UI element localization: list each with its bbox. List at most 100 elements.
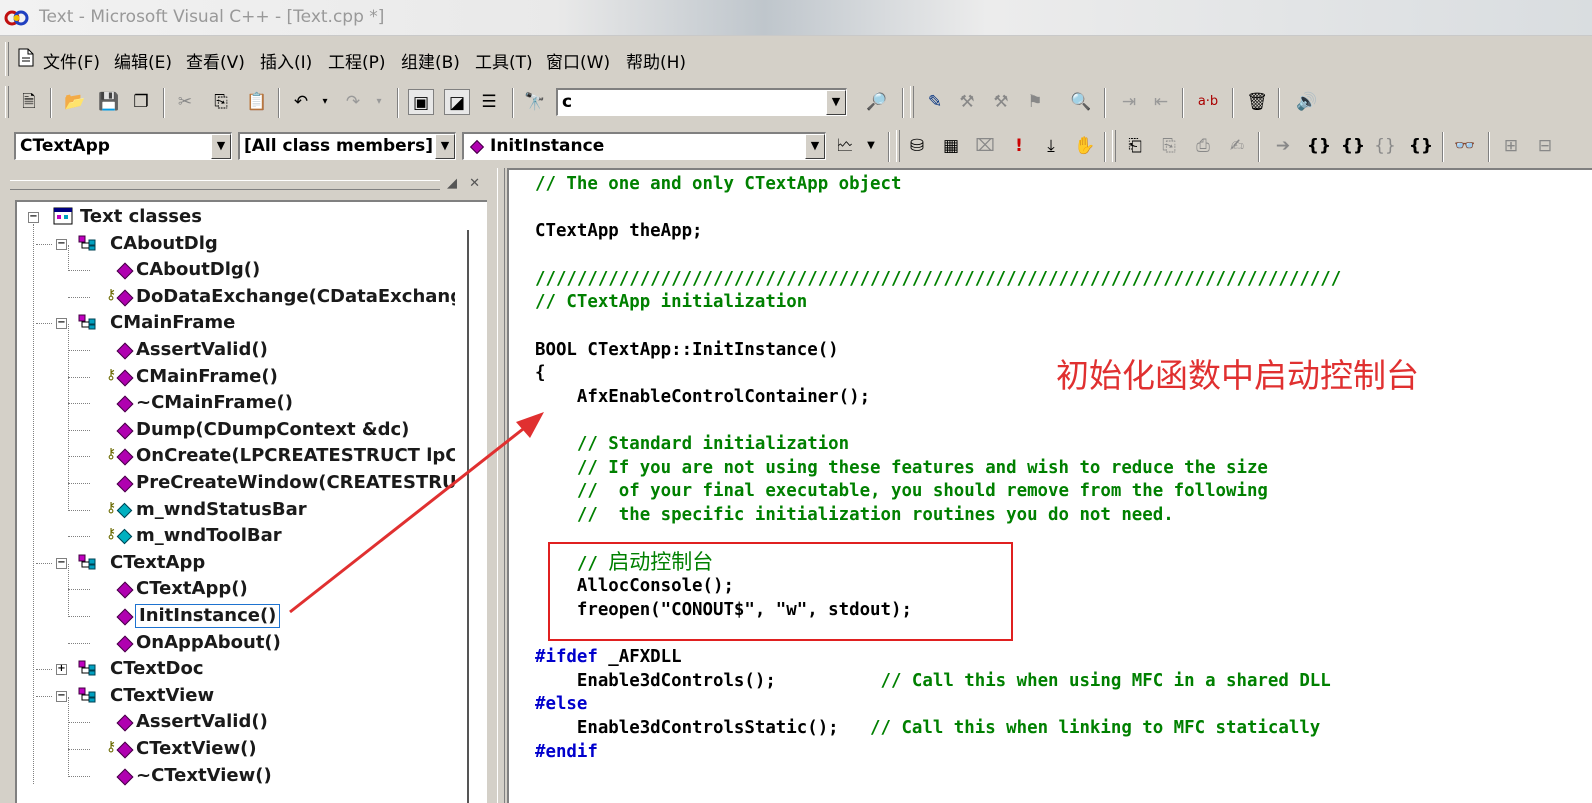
binoculars-icon[interactable]: 🔍 [1068,89,1094,115]
menu-insert[interactable]: 插入(I) [260,48,312,73]
trash-icon[interactable]: 🗑 [1244,89,1270,115]
tree-class-node[interactable]: − CAboutDlg [52,231,455,257]
quickwatch-glasses-icon[interactable]: 👓 [1452,133,1478,159]
redo-dropdown-icon[interactable]: ▾ [366,89,392,115]
code-editor[interactable]: // The one and only CTextApp object CText… [507,168,1592,803]
break-icon[interactable]: ⎙ [1190,133,1216,159]
wizard-action-dropdown-icon[interactable]: ▼ [858,133,884,159]
save-all-icon[interactable]: ❐ [128,89,154,115]
menu-tools[interactable]: 工具(T) [475,48,533,73]
tree-member-node[interactable]: ⚷ DoDataExchange(CDataExchange [90,284,455,310]
tree-member-node[interactable]: ⚷ CMainFrame() [90,364,455,390]
output-window-icon[interactable]: ◪ [444,89,470,115]
wizard-action-icon[interactable]: 🗠 [832,133,858,159]
execute-icon[interactable]: ⚑ [1022,89,1048,115]
indent-icon[interactable]: ⇥ [1116,89,1142,115]
find-icon[interactable]: 🔎 [864,89,890,115]
collapse-icon[interactable]: − [28,212,39,223]
maximize-icon[interactable]: ◢ [447,176,457,191]
chevron-down-icon[interactable]: ▼ [435,134,455,159]
close-icon[interactable]: ✕ [469,176,480,191]
menu-edit[interactable]: 编辑(E) [114,48,172,73]
tree-member-node[interactable]: CAboutDlg() [90,257,455,283]
restart-icon[interactable]: ⎗ [1122,133,1148,159]
collapse-icon[interactable]: − [56,690,67,702]
compile-icon[interactable]: ✎ [922,89,948,115]
menu-project[interactable]: 工程(P) [328,48,386,73]
copy-icon[interactable]: ⎘ [208,89,234,115]
new-text-file-icon[interactable]: 🗎 [16,89,42,115]
tree-member-node[interactable]: AssertValid() [90,337,455,363]
collapse-icon[interactable]: − [56,318,67,330]
menu-view[interactable]: 查看(V) [186,48,245,73]
class-combo[interactable]: CTextApp ▼ [14,132,232,160]
code-token: // Call this when using MFC in a shared … [880,670,1331,691]
tree-guide-line [68,509,90,511]
hand-icon[interactable]: ✋ [1072,133,1098,159]
menu-help[interactable]: 帮助(H) [626,48,686,73]
toolbar-grip[interactable] [896,130,900,162]
tree-member-node[interactable]: OnAppAbout() [90,630,455,656]
run-to-cursor-icon[interactable]: {} [1408,133,1434,159]
expand-icon[interactable]: + [56,664,67,676]
whitespace-toggle-button[interactable]: a·b [1192,89,1224,115]
collapse-icon[interactable]: − [56,557,67,569]
toolbar-grip[interactable] [1112,130,1116,162]
toolbar-grip[interactable] [910,86,914,118]
tree-class-node[interactable]: + CTextDoc [52,656,455,682]
menu-file[interactable]: 文件(F) [43,48,100,73]
find-combo[interactable]: c ▼ [556,88,847,116]
go-icon[interactable]: ⛁ [904,133,930,159]
cut-icon[interactable]: ✂ [172,89,198,115]
build-mini-icon[interactable]: ▦ [938,133,964,159]
undo-icon[interactable]: ↶ [288,89,314,115]
outdent-icon[interactable]: ⇤ [1148,89,1174,115]
show-next-statement-icon[interactable]: ➔ [1270,133,1296,159]
tree-member-node[interactable]: AssertValid() [90,709,455,735]
code-token: CTextApp theApp; [535,221,703,242]
member-combo[interactable]: InitInstance ▼ [462,132,826,160]
speaker-icon[interactable]: 🔊 [1294,89,1320,115]
window-list-icon[interactable]: ☰ [476,89,502,115]
tree-member-node[interactable]: ~CTextView() [90,763,455,789]
key-icon: ⚷ [106,366,117,383]
save-icon[interactable]: 💾 [96,89,122,115]
exclamation-icon[interactable]: ! [1006,133,1032,159]
undo-dropdown-icon[interactable]: ▾ [312,89,338,115]
watch-icon[interactable]: ⊞ [1498,133,1524,159]
paste-icon[interactable]: 📋 [244,89,270,115]
tree-member-node[interactable]: ⚷ CTextView() [90,736,455,762]
chevron-down-icon[interactable]: ▼ [211,134,231,159]
workspace-grip[interactable] [10,180,440,190]
step-over-icon[interactable]: {} [1340,133,1366,159]
stop-icon[interactable]: ⌧ [972,133,998,159]
find-in-files-icon[interactable]: 🔭 [522,89,548,115]
open-folder-icon[interactable]: 📂 [62,89,88,115]
step-out-icon[interactable]: {} [1372,133,1398,159]
redo-icon[interactable]: ↷ [340,89,366,115]
collapse-icon[interactable]: − [56,238,67,250]
tree-member-label: AssertValid() [136,711,268,733]
apply-code-changes-icon[interactable]: ✍ [1224,133,1250,159]
tree-class-node[interactable]: − CMainFrame [52,310,455,336]
code-token: #ifdef [535,647,598,667]
variables-icon[interactable]: ⊟ [1532,133,1558,159]
filter-combo[interactable]: [All class members] ▼ [238,132,456,160]
chevron-down-icon[interactable]: ▼ [826,90,846,115]
stop-debug-icon[interactable]: ⎘ [1156,133,1182,159]
chevron-down-icon[interactable]: ▼ [805,134,825,159]
menubar-grip[interactable] [5,42,9,76]
menu-build[interactable]: 组建(B) [401,48,460,73]
code-line: // If you are not using these features a… [535,456,1268,480]
workspace-toggle-icon[interactable]: ▣ [408,89,434,115]
step-into-icon[interactable]: {} [1306,133,1332,159]
method-icon [116,422,134,440]
step-list-icon[interactable]: ⤓ [1038,133,1064,159]
document-icon[interactable] [18,48,34,67]
menu-window[interactable]: 窗口(W) [546,48,610,73]
toolbar-grip[interactable] [5,86,9,118]
tree-guide-line [68,722,90,724]
tree-class-node[interactable]: − CTextView [52,683,455,709]
build-icon[interactable]: ⚒ [954,89,980,115]
stop-build-icon[interactable]: ⚒ [988,89,1014,115]
